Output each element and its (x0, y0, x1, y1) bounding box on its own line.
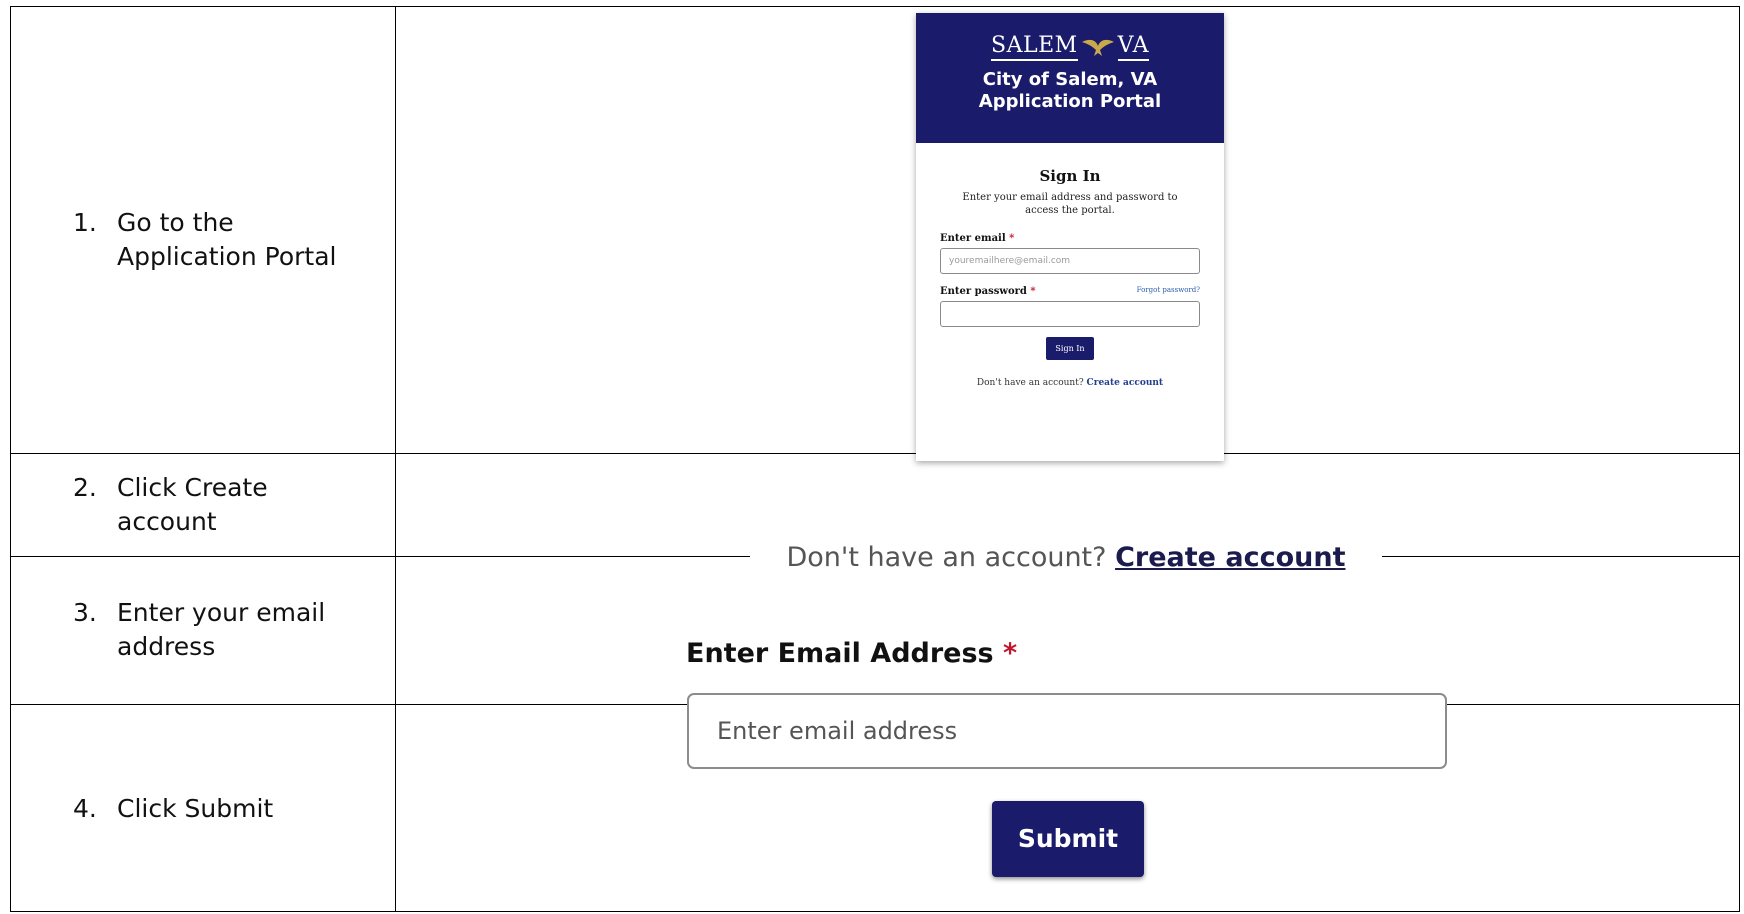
instruction-table: 1. Go to the Application Portal 2. Click… (10, 6, 1740, 912)
step-row-1: 1. Go to the Application Portal (11, 7, 395, 453)
email-label-text: Enter email (940, 233, 1006, 244)
logo-text-va: VA (1117, 33, 1149, 61)
step-text: Click Submit (117, 793, 274, 823)
step-number: 1. (73, 208, 97, 237)
logo-text-salem: SALEM (991, 33, 1078, 61)
email-address-input[interactable]: Enter email address (687, 693, 1447, 769)
create-account-link[interactable]: Create account (1087, 378, 1164, 388)
portal-title-line1: City of Salem, VA (982, 69, 1158, 90)
email-field[interactable]: youremailhere@email.com (940, 248, 1200, 274)
step-3: 3. Enter your email address (11, 596, 367, 664)
step-2: 2. Click Create account (11, 471, 367, 539)
step-number: 3. (73, 598, 97, 627)
no-account-text: Don't have an account? (976, 378, 1084, 388)
no-account-text: Don't have an account? (786, 542, 1107, 573)
portal-header: SALEM VA City of Salem, VA Application P… (916, 13, 1224, 143)
forgot-password-link[interactable]: Forgot password? (1137, 286, 1200, 297)
step-number: 4. (73, 793, 97, 823)
signin-subtext: Enter your email address and password to… (962, 192, 1178, 216)
email-address-label: Enter Email Address * (686, 638, 1017, 669)
step-row-2: 2. Click Create account (11, 453, 395, 556)
email-label: Enter email * (940, 233, 1200, 244)
salem-logo: SALEM VA (916, 33, 1224, 61)
eagle-icon (1081, 39, 1114, 56)
step-number: 2. (73, 472, 97, 502)
step-row-3: 3. Enter your email address (11, 556, 395, 704)
required-mark: * (1030, 286, 1036, 297)
step-text: Enter your email address (117, 598, 326, 661)
column-divider (395, 7, 396, 911)
submit-button[interactable]: Submit (992, 801, 1144, 877)
password-label-text: Enter password (940, 286, 1027, 297)
step-text: Click Create account (117, 472, 268, 536)
password-field[interactable] (940, 301, 1200, 327)
create-account-link[interactable]: Create account (1115, 542, 1345, 573)
portal-title-line2: Application Portal (978, 91, 1162, 112)
step-4: 4. Click Submit (11, 792, 273, 826)
required-mark: * (1009, 233, 1015, 244)
portal-title: City of Salem, VA Application Portal (916, 69, 1224, 113)
required-mark: * (1003, 638, 1018, 669)
signin-card-screenshot: SALEM VA City of Salem, VA Application P… (916, 13, 1224, 461)
step-1: 1. Go to the Application Portal (11, 206, 367, 274)
signin-form: Sign In Enter your email address and pas… (916, 143, 1224, 388)
signin-heading: Sign In (1039, 167, 1101, 185)
step-row-4: 4. Click Submit (11, 704, 395, 913)
password-label: Enter password * Forgot password? (940, 286, 1200, 297)
no-account-footer: Don't have an account? Create account (940, 378, 1200, 388)
step-text: Go to the Application Portal (117, 208, 337, 271)
signin-button[interactable]: Sign In (1046, 337, 1094, 360)
email-address-label-text: Enter Email Address (686, 638, 994, 669)
create-account-screenshot: Don't have an account? Create account (750, 501, 1382, 614)
